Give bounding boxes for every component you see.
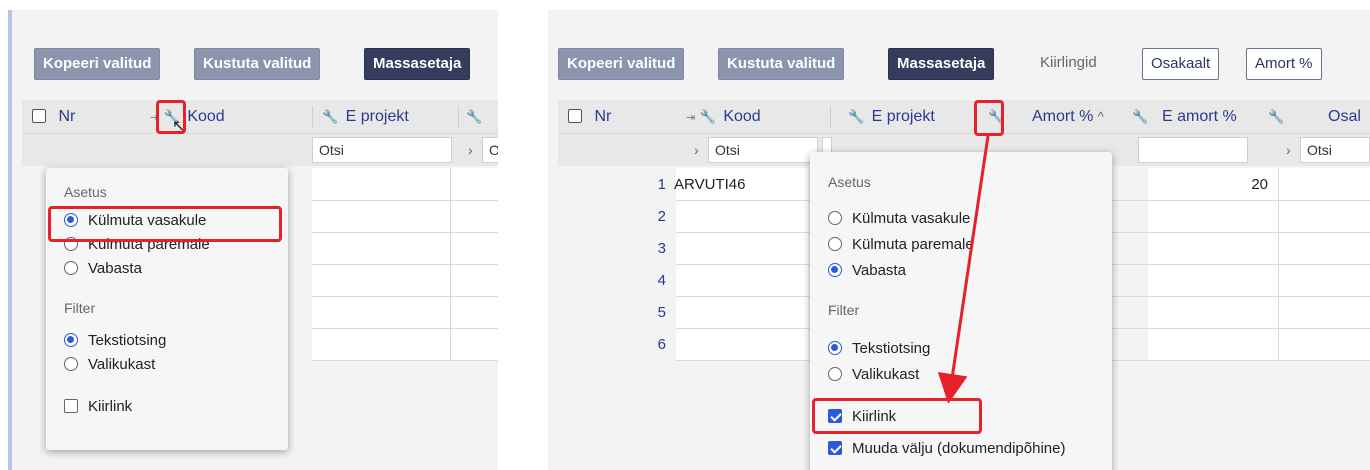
- radio[interactable]: [64, 357, 78, 371]
- wrench-icon[interactable]: 🔧: [466, 109, 482, 124]
- sort-asc-icon[interactable]: ^: [1098, 109, 1104, 124]
- header-e-amort[interactable]: E amort %: [1162, 100, 1237, 134]
- chevron-right-icon[interactable]: ›: [1286, 137, 1291, 163]
- option-text-search[interactable]: Tekstiotsing: [64, 332, 166, 349]
- section-setting-title: Asetus: [828, 174, 871, 190]
- e-projekt-search-input[interactable]: Otsi: [312, 137, 452, 163]
- row-divider: [312, 232, 498, 233]
- header-next-column[interactable]: 🔧: [466, 100, 485, 134]
- wrench-icon[interactable]: 🔧: [848, 109, 864, 124]
- column-settings-popup: Asetus Külmuta vasakule Külmuta paremale…: [46, 168, 288, 450]
- header-e-projekt[interactable]: 🔧 E projekt: [322, 100, 409, 134]
- radio[interactable]: [828, 211, 842, 225]
- radio[interactable]: [64, 261, 78, 275]
- select-all-checkbox[interactable]: [32, 109, 46, 123]
- row-number: 1: [657, 176, 666, 193]
- radio-selected[interactable]: [64, 333, 78, 347]
- header-e-projekt-wrench[interactable]: 🔧: [988, 100, 1007, 134]
- chevron-right-icon[interactable]: ›: [468, 137, 473, 163]
- header-e-amort-wrench[interactable]: 🔧: [1268, 100, 1287, 134]
- row-divider: [312, 296, 498, 297]
- e-amort-search-input[interactable]: [1138, 137, 1248, 163]
- column-divider: [1278, 168, 1279, 360]
- delete-selected-button[interactable]: Kustuta valitud: [194, 48, 321, 80]
- e-amort-cell[interactable]: 20: [1238, 176, 1268, 193]
- wrench-icon[interactable]: 🔧: [1132, 109, 1148, 124]
- filter-row: Otsi › O: [22, 134, 498, 166]
- header-nr[interactable]: Nr: [32, 100, 75, 134]
- column-separator: [458, 106, 459, 128]
- pin-icon: ⇥: [686, 112, 696, 124]
- next-column-search-input[interactable]: O: [482, 137, 498, 163]
- chevron-right-icon[interactable]: ›: [694, 137, 699, 163]
- copy-selected-button[interactable]: Kopeeri valitud: [558, 48, 685, 80]
- option-freeze-left[interactable]: Külmuta vasakule: [64, 212, 206, 229]
- wrench-icon[interactable]: 🔧: [322, 109, 338, 124]
- row-number: 2: [657, 208, 666, 225]
- radio-selected[interactable]: [64, 213, 78, 227]
- column-separator: [312, 106, 313, 128]
- mass-setter-button[interactable]: Massasetaja: [888, 48, 995, 80]
- radio[interactable]: [64, 237, 78, 251]
- radio[interactable]: [828, 367, 842, 381]
- osakaal-search-input[interactable]: Otsi: [1300, 137, 1370, 163]
- table-header: Nr ⇥ 🔧 Kood 🔧 E projekt 🔧 Amort % ^ 🔧 E …: [558, 100, 1370, 134]
- option-select-box[interactable]: Valikukast: [64, 356, 155, 373]
- option-freeze-right[interactable]: Külmuta paremale: [828, 236, 974, 253]
- header-nr[interactable]: Nr: [568, 100, 611, 134]
- header-osakaal[interactable]: Osal: [1328, 100, 1361, 134]
- pin-icon: ⇥: [150, 112, 160, 124]
- row-divider: [312, 264, 498, 265]
- wrench-icon[interactable]: 🔧: [700, 109, 716, 124]
- option-text-search[interactable]: Tekstiotsing: [828, 340, 930, 357]
- header-amort[interactable]: Amort % ^: [1032, 100, 1104, 134]
- select-all-checkbox[interactable]: [568, 109, 582, 123]
- row-number: 5: [657, 304, 666, 321]
- kood-cell[interactable]: ARVUTI46: [674, 176, 745, 193]
- section-filter-title: Filter: [828, 302, 860, 318]
- section-filter-title: Filter: [64, 300, 96, 316]
- section-setting-title: Asetus: [64, 184, 107, 200]
- column-divider: [450, 168, 451, 360]
- delete-selected-button[interactable]: Kustuta valitud: [718, 48, 845, 80]
- checkbox[interactable]: [64, 399, 78, 413]
- amort-quicklink-button[interactable]: Amort %: [1246, 48, 1322, 80]
- osakaalt-quicklink-button[interactable]: Osakaalt: [1142, 48, 1220, 80]
- table-header: Nr ⇥ 🔧 Kood 🔧 E projekt 🔧: [22, 100, 498, 134]
- column-settings-popup: Asetus Külmuta vasakule Külmuta paremale…: [810, 152, 1112, 470]
- option-change-fields[interactable]: Muuda välju (dokumendipõhine): [828, 440, 1065, 457]
- option-release[interactable]: Vabasta: [64, 260, 142, 277]
- mass-setter-button[interactable]: Massasetaja: [364, 48, 471, 80]
- right-screenshot-panel: Kopeeri valitud Kustuta valitud Massaset…: [548, 10, 1370, 470]
- radio-selected[interactable]: [828, 341, 842, 355]
- left-screenshot-panel: Kopeeri valitud Kustuta valitud Massaset…: [8, 10, 498, 470]
- option-quick-link[interactable]: Kiirlink: [828, 408, 896, 425]
- checkbox-checked[interactable]: [828, 441, 842, 455]
- row-number: 4: [657, 272, 666, 289]
- option-freeze-right[interactable]: Külmuta paremale: [64, 236, 210, 253]
- wrench-icon[interactable]: 🔧: [988, 109, 1004, 124]
- mouse-cursor-icon: ↖: [172, 118, 186, 135]
- option-freeze-left[interactable]: Külmuta vasakule: [828, 210, 970, 227]
- wrench-icon[interactable]: 🔧: [1268, 109, 1284, 124]
- option-quick-link[interactable]: Kiirlink: [64, 398, 132, 415]
- kood-search-input[interactable]: Otsi: [708, 137, 818, 163]
- option-release[interactable]: Vabasta: [828, 262, 906, 279]
- header-kood[interactable]: ⇥ 🔧 Kood: [686, 100, 761, 134]
- checkbox-checked[interactable]: [828, 409, 842, 423]
- radio-selected[interactable]: [828, 263, 842, 277]
- row-divider: [312, 328, 498, 329]
- header-kood[interactable]: ⇥ 🔧 Kood: [150, 100, 225, 134]
- option-select-box[interactable]: Valikukast: [828, 366, 919, 383]
- row-number: 6: [657, 336, 666, 353]
- column-separator: [830, 106, 831, 128]
- row-divider: [312, 200, 498, 201]
- row-divider: [312, 360, 498, 361]
- row-number: 3: [657, 240, 666, 257]
- radio[interactable]: [828, 237, 842, 251]
- quicklinks-label: Kiirlingid: [1040, 54, 1097, 71]
- copy-selected-button[interactable]: Kopeeri valitud: [34, 48, 161, 80]
- header-amort-wrench[interactable]: 🔧: [1132, 100, 1151, 134]
- header-e-projekt[interactable]: 🔧 E projekt: [848, 100, 935, 134]
